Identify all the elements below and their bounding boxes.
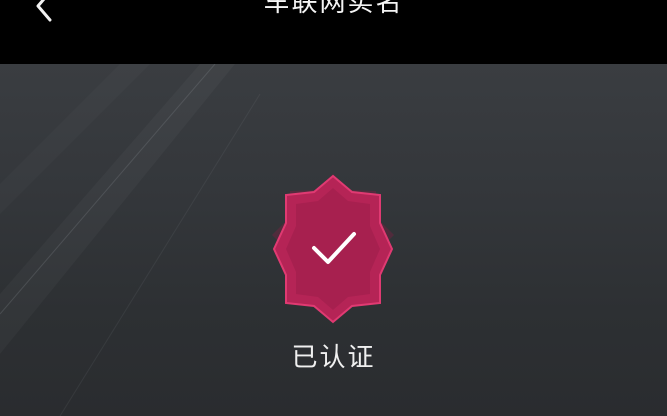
top-bar: 车联网实名: [0, 0, 667, 64]
verification-status-text: 已认证: [291, 343, 376, 373]
page-title: 车联网实名: [263, 0, 404, 18]
screen: 车联网实名 已认证: [0, 0, 667, 416]
verified-badge-icon: [272, 174, 394, 324]
